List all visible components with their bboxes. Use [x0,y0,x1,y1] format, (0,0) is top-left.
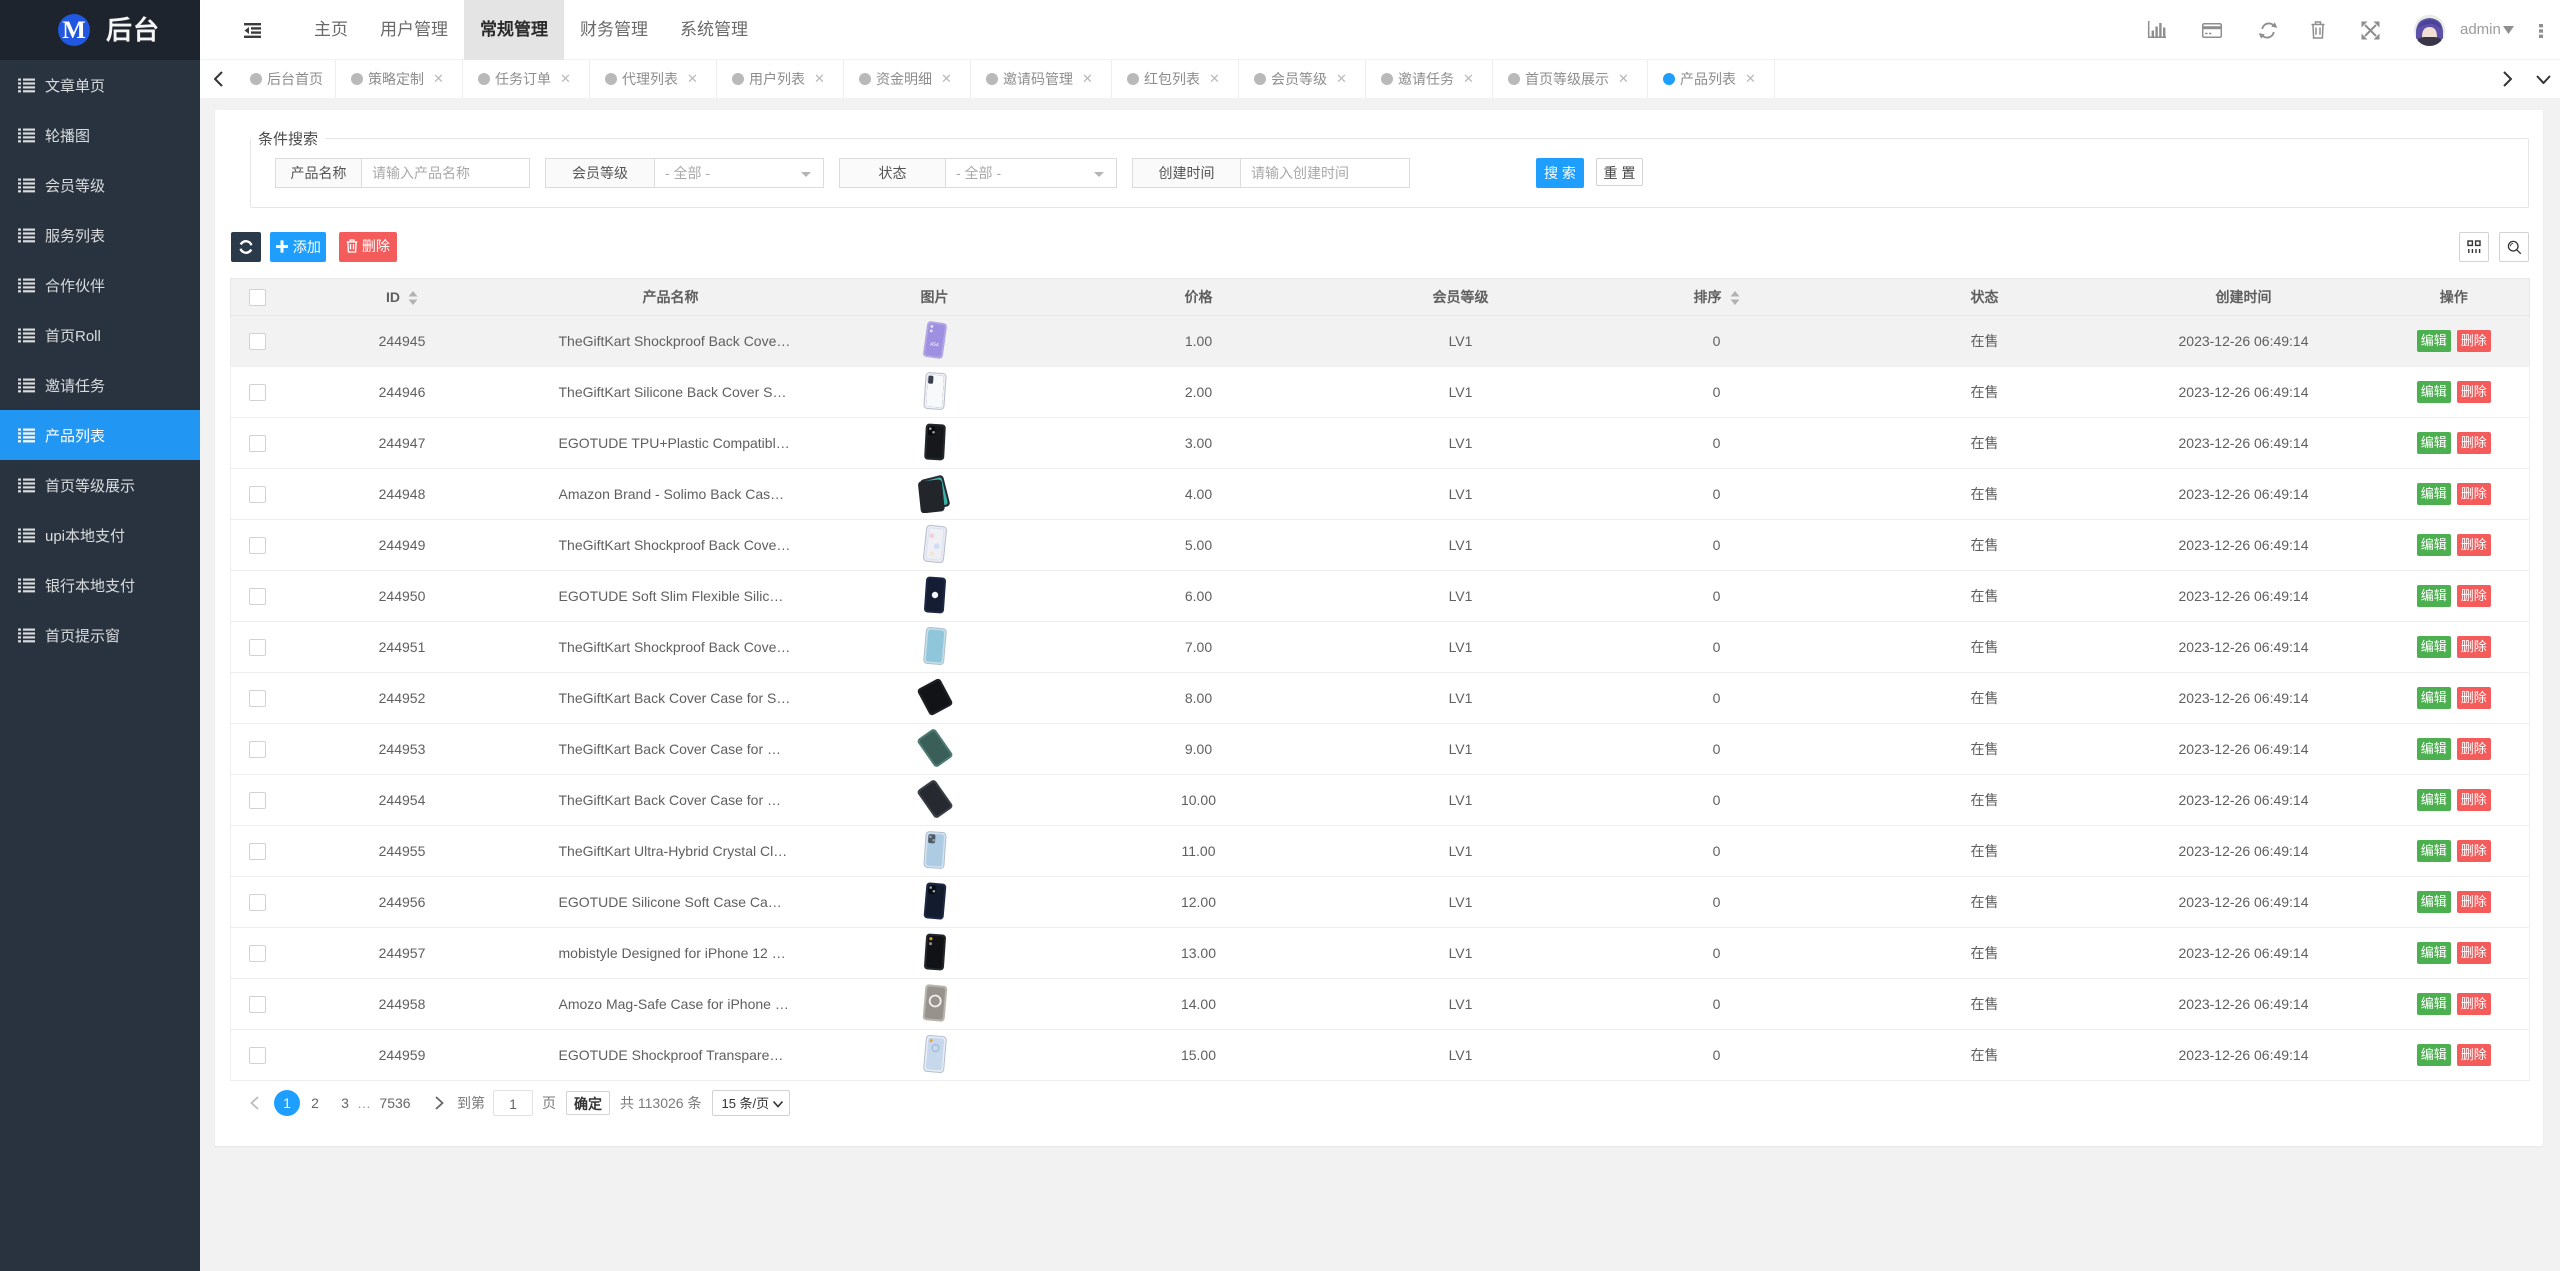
svg-text:A54: A54 [929,341,939,348]
